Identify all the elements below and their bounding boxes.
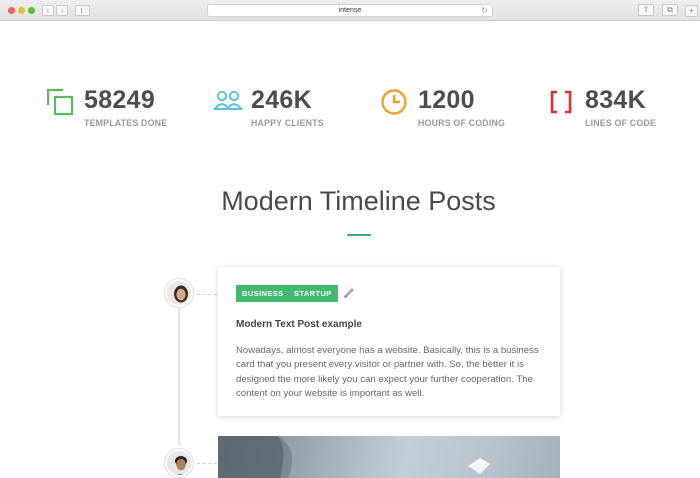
- sidebar-icon: [78, 8, 82, 13]
- image-post-card[interactable]: [218, 436, 560, 478]
- post-body: Nowadays, almost everyone has a website.…: [236, 345, 539, 399]
- timeline-line: [178, 305, 180, 445]
- avatar[interactable]: [165, 449, 193, 477]
- share-button[interactable]: ⇧: [638, 4, 654, 16]
- stat-value: 246K: [251, 86, 312, 114]
- timeline-connector: [197, 294, 217, 295]
- post-title[interactable]: Modern Text Post example: [236, 319, 362, 330]
- tag-startup[interactable]: STARTUP: [288, 285, 338, 302]
- address-bar[interactable]: intense ↻: [207, 4, 493, 17]
- author-photo: [167, 281, 191, 305]
- stat-label: TEMPLATES DONE: [84, 118, 168, 128]
- new-tab-button[interactable]: +: [685, 5, 698, 17]
- stat-label: LINES OF CODE: [585, 118, 657, 128]
- close-window-button[interactable]: [8, 7, 15, 14]
- timeline-post-card: BUSINESS STARTUP Modern Text Post exampl…: [218, 267, 560, 416]
- avatar[interactable]: [165, 279, 193, 307]
- timeline-connector: [197, 463, 217, 464]
- zoom-window-button[interactable]: [28, 7, 35, 14]
- tag-business[interactable]: BUSINESS: [236, 285, 290, 302]
- copy-icon: [46, 88, 74, 116]
- show-tabs-button[interactable]: ⧉: [662, 4, 678, 16]
- stat-value: 58249: [84, 86, 156, 114]
- stat-value: 834K: [585, 86, 646, 114]
- pencil-icon: [344, 288, 354, 298]
- clock-icon: [381, 89, 407, 115]
- stat-label: HAPPY CLIENTS: [251, 118, 324, 128]
- users-icon: [213, 90, 243, 110]
- stat-label: HOURS OF CODING: [418, 118, 506, 128]
- address-text: intense: [338, 7, 362, 14]
- forward-button[interactable]: ›: [56, 5, 68, 16]
- author-photo: [167, 451, 191, 475]
- post-image: [218, 436, 490, 478]
- stat-value: 1200: [418, 86, 475, 114]
- minimize-window-button[interactable]: [18, 7, 25, 14]
- back-button[interactable]: ‹: [42, 5, 54, 16]
- browser-toolbar: ‹ › intense ↻ ⇧ ⧉ +: [0, 0, 700, 21]
- reload-icon[interactable]: ↻: [481, 5, 488, 17]
- title-underline: [347, 234, 371, 236]
- sidebar-toggle-button[interactable]: [75, 5, 90, 16]
- section-title: Modern Timeline Posts: [221, 186, 496, 216]
- brackets-icon: [550, 90, 572, 114]
